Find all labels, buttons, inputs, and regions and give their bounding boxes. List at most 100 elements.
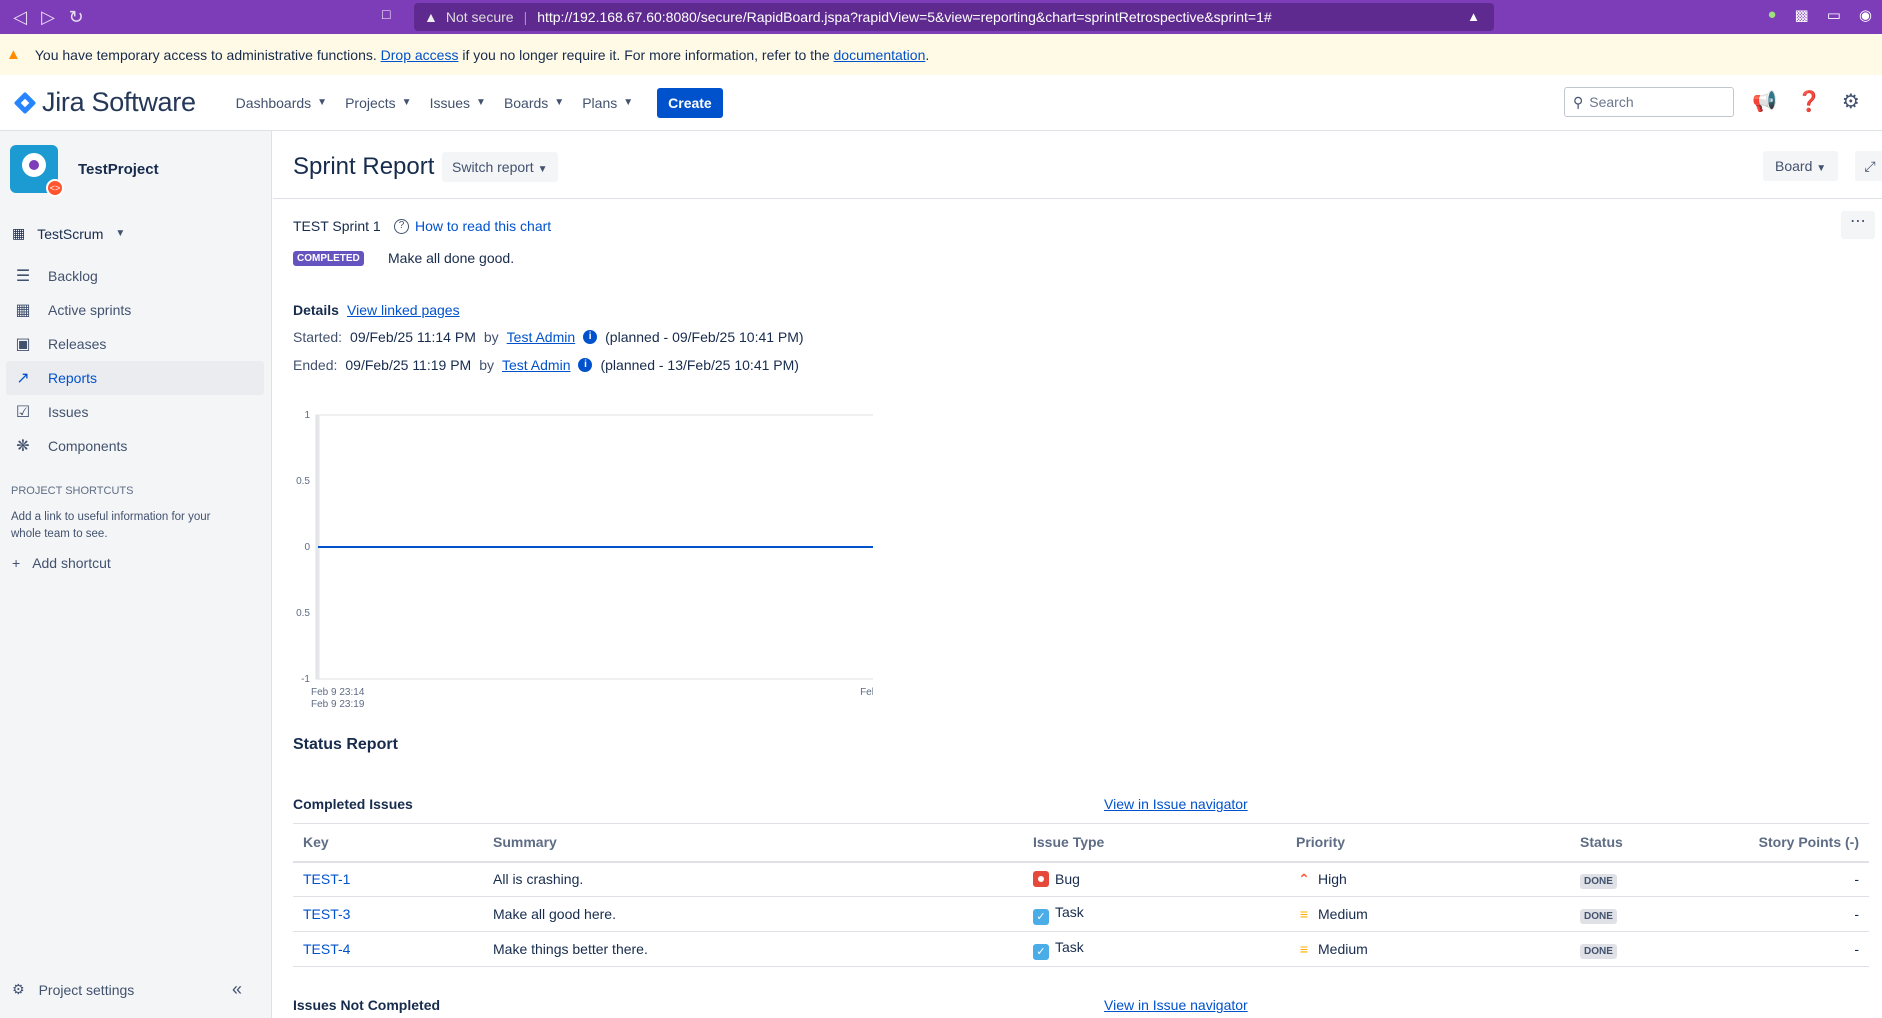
- warning-icon: ▲: [424, 9, 438, 25]
- shortcuts-text: Add a link to useful information for you…: [11, 511, 211, 540]
- search-placeholder: Search: [1589, 94, 1634, 110]
- nav-projects[interactable]: Projects ▼: [345, 95, 411, 111]
- issue-priority: ≡ Medium: [1286, 931, 1570, 967]
- info-icon[interactable]: i: [583, 330, 598, 344]
- notifications-icon[interactable]: 📢: [1752, 89, 1777, 114]
- address-bar[interactable]: ▲ Not secure | http://192.168.67.60:8080…: [414, 3, 1494, 31]
- details-heading: Details: [293, 302, 339, 318]
- chevron-down-icon: ▼: [623, 97, 634, 108]
- nav-boards[interactable]: Boards ▼: [504, 95, 564, 111]
- ended-row: Ended: 09/Feb/25 11:19 PM by Test Admin …: [293, 357, 799, 373]
- code-badge-icon: <>: [46, 179, 64, 197]
- issue-story-points: -: [1700, 861, 1869, 897]
- main-nav: Dashboards ▼ Projects ▼ Issues ▼ Boards ▼ Pl…: [236, 95, 633, 111]
- expand-icon[interactable]: ⤢: [1855, 151, 1882, 181]
- sidebar-item-backlog[interactable]: ☰ Backlog: [6, 259, 264, 293]
- board-selector[interactable]: ▦ TestScrum ▼: [12, 225, 125, 242]
- chart-y-tick-label: 0.5: [296, 608, 310, 619]
- user-link[interactable]: Test Admin: [502, 357, 570, 373]
- board-button[interactable]: Board ▼: [1763, 151, 1839, 181]
- chevron-down-icon: ▼: [401, 97, 412, 108]
- nav-plans[interactable]: Plans ▼: [582, 95, 633, 111]
- banner-text: You have temporary access to administrat…: [34, 46, 930, 63]
- col-issue-type[interactable]: Issue Type: [1023, 823, 1286, 863]
- collapse-sidebar-icon[interactable]: «: [232, 979, 242, 1000]
- wallet-icon[interactable]: ▭: [1827, 6, 1841, 24]
- create-button[interactable]: Create: [657, 87, 723, 118]
- project-settings-link[interactable]: ⚙ Project settings: [12, 981, 134, 998]
- issue-key-link[interactable]: TEST-1: [293, 861, 483, 897]
- add-shortcut-button[interactable]: + Add shortcut: [12, 555, 111, 571]
- warning-icon: ▲: [6, 46, 21, 63]
- task-icon: ✓: [1033, 908, 1049, 925]
- board-name: TestScrum: [37, 225, 104, 242]
- switch-report-button[interactable]: Switch report ▼: [442, 152, 558, 182]
- chevron-down-icon: ▼: [537, 164, 548, 175]
- table-row[interactable]: TEST-1 All is crashing. Bug ⌃ High DONE -: [293, 861, 1869, 897]
- documentation-link[interactable]: documentation: [834, 47, 926, 63]
- nav-issues[interactable]: Issues ▼: [430, 95, 486, 111]
- sidebar-item-components[interactable]: ❋ Components: [6, 429, 264, 463]
- sidebar-item-issues[interactable]: ☑ Issues: [6, 395, 264, 429]
- back-icon[interactable]: ◁: [6, 7, 34, 28]
- puzzle-icon[interactable]: ▩: [1795, 6, 1809, 24]
- table-header-row: Key Summary Issue Type Priority Status S…: [293, 823, 1869, 863]
- reports-icon: ↗: [16, 370, 30, 387]
- profile-icon[interactable]: ◉: [1859, 6, 1872, 24]
- forward-icon[interactable]: ▷: [34, 7, 62, 28]
- project-name: TestProject: [78, 160, 159, 178]
- col-summary[interactable]: Summary: [483, 823, 1023, 863]
- col-key[interactable]: Key: [293, 823, 483, 863]
- search-input[interactable]: ⚲ Search: [1564, 87, 1734, 117]
- sidebar-item-reports[interactable]: ↗ Reports: [6, 361, 264, 395]
- header-actions: 📢 ❓ ⚙: [1752, 89, 1860, 114]
- search-icon: ⚲: [1573, 93, 1584, 110]
- view-linked-pages-link[interactable]: View linked pages: [347, 302, 460, 318]
- extension-green-icon[interactable]: ●: [1767, 6, 1776, 24]
- nav-dashboards[interactable]: Dashboards ▼: [236, 95, 327, 111]
- top-navigation: Jira Software Dashboards ▼ Projects ▼ Issu…: [0, 75, 1882, 131]
- components-icon: ❋: [16, 438, 30, 455]
- issue-key-link[interactable]: TEST-3: [293, 896, 483, 932]
- table-row[interactable]: TEST-4 Make things better there. ✓ Task ≡…: [293, 931, 1869, 967]
- admin-banner: ▲ You have temporary access to administr…: [0, 34, 1882, 75]
- issue-key-link[interactable]: TEST-4: [293, 931, 483, 967]
- info-icon[interactable]: i: [578, 358, 593, 372]
- bug-icon: [1033, 871, 1049, 888]
- not-secure-label: Not secure: [445, 9, 514, 25]
- table-row[interactable]: TEST-3 Make all good here. ✓ Task ≡ Medium…: [293, 896, 1869, 932]
- sidebar-nav: ☰ Backlog ▦ Active sprints ▣ Releases ↗ Repo…: [6, 259, 264, 463]
- sprint-chart: 1 0.5 0 0.5 -1Feb 9 23:14Feb 9 23:19 Feb 13 2…: [273, 401, 919, 721]
- issue-summary: All is crashing.: [483, 861, 1023, 897]
- col-story-points[interactable]: Story Points (-): [1700, 823, 1869, 863]
- status-report-heading: Status Report: [293, 736, 398, 753]
- reload-icon[interactable]: ↻: [62, 7, 90, 28]
- page-header: Sprint Report Switch report ▼ Board ▼ ⤢: [273, 131, 1882, 199]
- issue-status: DONE: [1570, 896, 1700, 932]
- project-header[interactable]: <> TestProject: [10, 145, 159, 197]
- view-in-navigator-link[interactable]: View in Issue navigator: [1104, 796, 1248, 812]
- sidebar-item-active-sprints[interactable]: ▦ Active sprints: [6, 293, 264, 327]
- issue-type: ✓ Task: [1023, 931, 1286, 967]
- board-icon: ▦: [12, 225, 26, 241]
- more-actions-icon[interactable]: ⋯: [1841, 211, 1875, 239]
- how-to-read-link[interactable]: ? How to read this chart: [394, 218, 551, 234]
- browser-toolbar: ◁ ▷ ↻ □ ▲ Not secure | http://192.168.67…: [0, 0, 1882, 34]
- started-row: Started: 09/Feb/25 11:14 PM by Test Admi…: [293, 329, 804, 345]
- jira-logo[interactable]: Jira Software: [13, 87, 196, 118]
- help-icon[interactable]: ❓: [1797, 89, 1822, 114]
- drop-access-link[interactable]: Drop access: [381, 47, 459, 63]
- view-in-navigator-link[interactable]: View in Issue navigator: [1104, 997, 1248, 1013]
- shortcuts-heading: PROJECT SHORTCUTS: [11, 485, 134, 497]
- settings-gear-icon[interactable]: ⚙: [1842, 89, 1860, 114]
- chevron-down-icon: ▼: [554, 97, 565, 108]
- bookmark-icon[interactable]: □: [382, 6, 390, 22]
- col-priority[interactable]: Priority: [1286, 823, 1570, 863]
- col-status[interactable]: Status: [1570, 823, 1700, 863]
- user-link[interactable]: Test Admin: [507, 329, 575, 345]
- issue-summary: Make things better there.: [483, 931, 1023, 967]
- plus-icon: +: [12, 555, 21, 571]
- project-avatar: <>: [10, 145, 64, 197]
- shield-icon[interactable]: ▲: [1467, 9, 1480, 24]
- sidebar-item-releases[interactable]: ▣ Releases: [6, 327, 264, 361]
